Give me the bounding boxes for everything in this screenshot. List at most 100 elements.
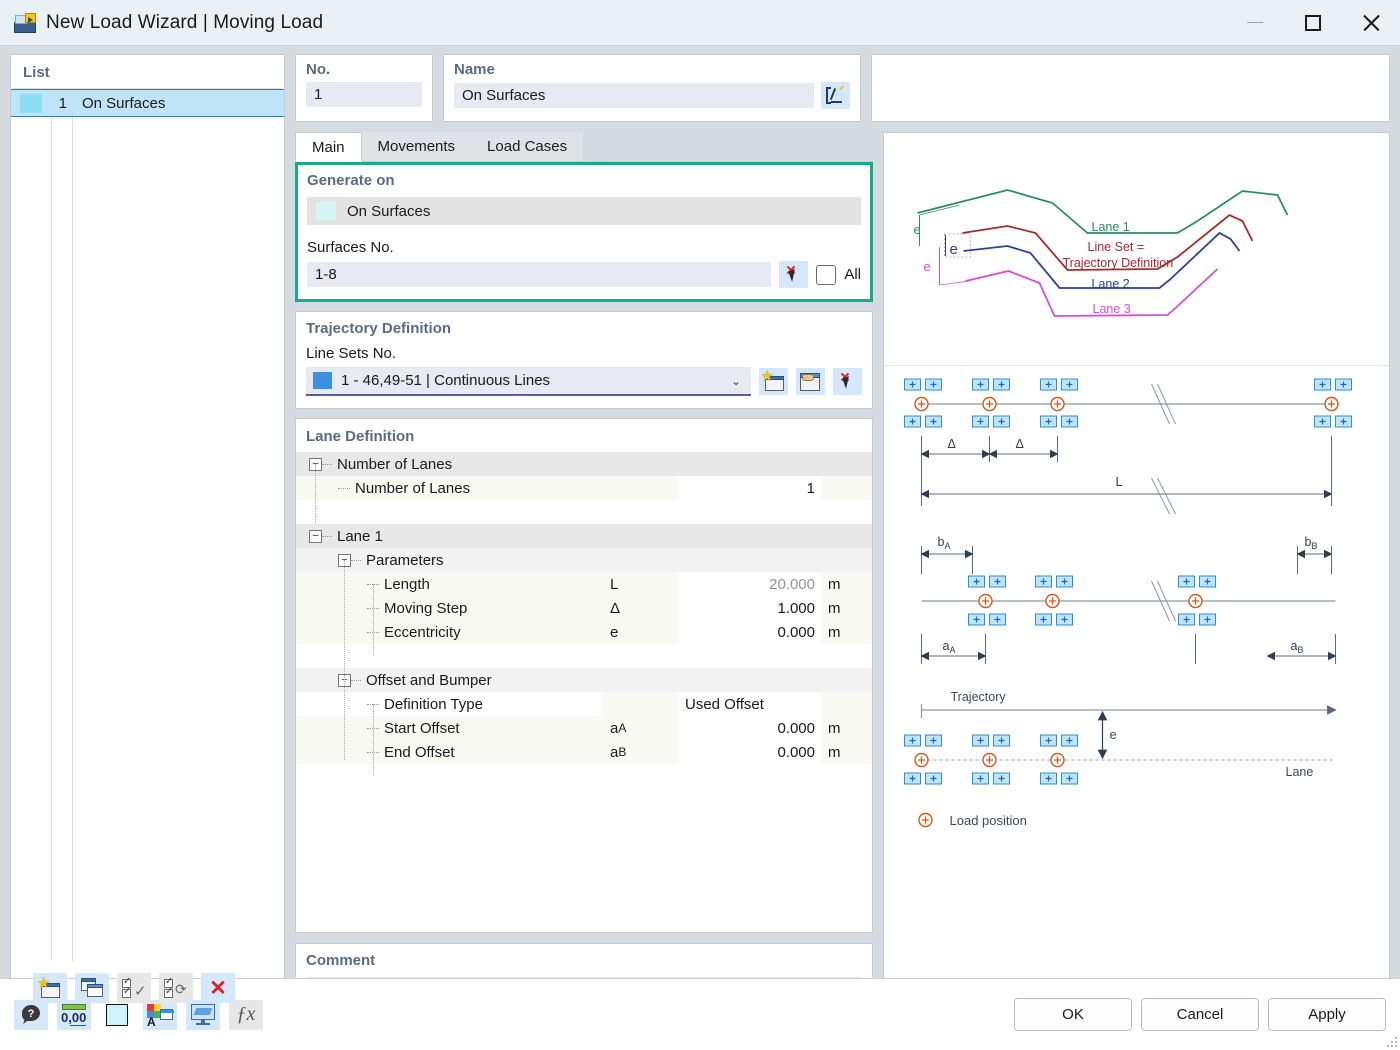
no-label: No.: [306, 61, 331, 78]
row-label: End Offset: [384, 743, 455, 761]
maximize-icon: [1305, 14, 1321, 31]
name-label: Name: [454, 61, 495, 78]
list-legend: List: [23, 64, 50, 81]
monitor-icon: [191, 1003, 215, 1026]
table-row[interactable]: End Offset a B 0.000 m: [296, 740, 872, 764]
row-unit: [821, 476, 872, 500]
table-row: − Offset and Bumper: [296, 668, 872, 692]
surfaces-no-input[interactable]: 1-8: [307, 262, 772, 287]
row-value[interactable]: 0.000: [678, 740, 821, 764]
row-label-cell: − Lane 1: [296, 524, 602, 548]
row-label-cell: [296, 500, 602, 524]
generate-on-selected[interactable]: On Surfaces: [307, 197, 861, 225]
view-button[interactable]: [186, 999, 220, 1030]
edit-line-set-button[interactable]: [796, 368, 825, 395]
close-button[interactable]: [1342, 0, 1400, 46]
table-row[interactable]: Definition Type Used Offset: [296, 692, 872, 716]
edit-pencil-icon: [826, 85, 845, 104]
row-unit: m: [821, 572, 872, 596]
minimize-button[interactable]: [1226, 0, 1284, 46]
new-window-icon: ★: [761, 369, 785, 391]
tree-connector: [322, 463, 332, 465]
apply-button[interactable]: Apply: [1268, 998, 1386, 1031]
fx-icon: ƒx: [236, 1003, 256, 1025]
resize-grip[interactable]: [1385, 1035, 1397, 1047]
table-row[interactable]: Moving Step Δ 1.000 m: [296, 596, 872, 620]
line-sets-combo[interactable]: 1 - 46,49-51 | Continuous Lines ⌄: [306, 367, 751, 396]
line-set-label-2: Trajectory Definition: [1063, 256, 1174, 270]
select-all-button[interactable]: ✓: [117, 973, 151, 1003]
table-row[interactable]: Start Offset a A 0.000 m: [296, 716, 872, 740]
row-symbol: L: [602, 572, 678, 596]
new-line-set-button[interactable]: ★: [759, 368, 788, 395]
aB-sub: B: [1297, 645, 1303, 655]
row-value[interactable]: 0.000: [678, 620, 821, 644]
delete-item-button[interactable]: ✕: [201, 973, 235, 1003]
new-load-wizard-window: New Load Wizard | Moving Load List 1 On …: [0, 0, 1400, 1050]
line-set-color-swatch-icon: [313, 372, 332, 389]
row-value[interactable]: 1.000: [678, 596, 821, 620]
table-row: − Parameters: [296, 548, 872, 572]
palette-icon: A: [147, 1003, 174, 1029]
row-value[interactable]: 0.000: [678, 716, 821, 740]
row-label: Start Offset: [384, 719, 460, 737]
cancel-button[interactable]: Cancel: [1141, 998, 1259, 1031]
tab-load-cases[interactable]: Load Cases: [471, 132, 584, 162]
lanes-e-label-1: e: [914, 222, 921, 237]
eccentricity-diagram: Trajectory e Lane Load position: [903, 690, 1337, 828]
expander-icon[interactable]: −: [309, 529, 322, 543]
row-symbol: aA: [602, 716, 678, 740]
deselect-line-set-button[interactable]: [833, 368, 862, 395]
lane1-label: Lane 1: [1092, 220, 1130, 234]
tree-guide: [373, 704, 374, 776]
tree-connector: [322, 535, 332, 537]
list-item[interactable]: 1 On Surfaces: [11, 89, 284, 117]
tab-main[interactable]: Main: [295, 132, 362, 162]
row-value[interactable]: 1: [678, 476, 821, 500]
line-set-label-1: Line Set =: [1088, 240, 1145, 254]
table-row: − Number of Lanes: [296, 452, 872, 476]
row-label: Parameters: [366, 551, 444, 569]
help-icon: ?: [22, 1005, 40, 1024]
row-symbol: [602, 692, 678, 716]
table-row: [296, 644, 872, 668]
no-input[interactable]: 1: [306, 82, 422, 107]
list-body: 1 On Surfaces: [11, 89, 284, 961]
surfaces-all-checkbox[interactable]: [816, 264, 837, 285]
trajectory-definition-group: Trajectory Definition Line Sets No. 1 - …: [295, 311, 873, 409]
table-row[interactable]: Length L 20.000 m: [296, 572, 872, 596]
settings-column: Main Movements Load Cases Generate on On…: [295, 132, 873, 1016]
row-value[interactable]: Used Offset: [678, 692, 821, 716]
color-button[interactable]: [100, 999, 134, 1030]
display-properties-button[interactable]: A: [143, 999, 177, 1030]
aB-label: a: [1291, 639, 1298, 653]
units-button[interactable]: 0,00: [57, 999, 91, 1030]
row-label-cell: Eccentricity: [296, 620, 602, 644]
row-label: Number of Lanes: [337, 455, 453, 473]
table-row[interactable]: Eccentricity e 0.000 m: [296, 620, 872, 644]
maximize-button[interactable]: [1284, 0, 1342, 46]
lane3-label: Lane 3: [1093, 302, 1131, 316]
surfaces-pick-button[interactable]: [779, 261, 809, 288]
row-unit: m: [821, 716, 872, 740]
header-row: No. 1 Name On Surfaces: [295, 54, 1390, 122]
name-edit-button[interactable]: [821, 82, 850, 109]
tab-movements[interactable]: Movements: [361, 132, 472, 162]
formula-button[interactable]: ƒx: [229, 999, 263, 1030]
tree-guide: [344, 560, 345, 760]
new-item-button[interactable]: ★: [33, 973, 67, 1003]
copy-item-button[interactable]: [75, 973, 109, 1003]
list-panel: List 1 On Surfaces ★ ✓ ✓ ✓ ✓ ✓ ⟳ ✕: [10, 54, 285, 1016]
row-value[interactable]: 20.000: [678, 572, 821, 596]
lane-definition-table[interactable]: − Number of Lanes Number of Lanes 1− Lane 1−…: [296, 452, 872, 932]
table-row[interactable]: Number of Lanes 1: [296, 476, 872, 500]
row-label-cell: Definition Type: [296, 692, 602, 716]
name-field-group: Name On Surfaces: [443, 54, 861, 122]
ok-button[interactable]: OK: [1014, 998, 1132, 1031]
delta-label-2: Δ: [1016, 437, 1024, 451]
row-label: Number of Lanes: [355, 479, 471, 497]
invert-selection-button[interactable]: ⟳: [159, 973, 193, 1003]
row-label-cell: End Offset: [296, 740, 602, 764]
help-button[interactable]: ?: [14, 999, 48, 1030]
name-input[interactable]: On Surfaces: [454, 83, 814, 108]
